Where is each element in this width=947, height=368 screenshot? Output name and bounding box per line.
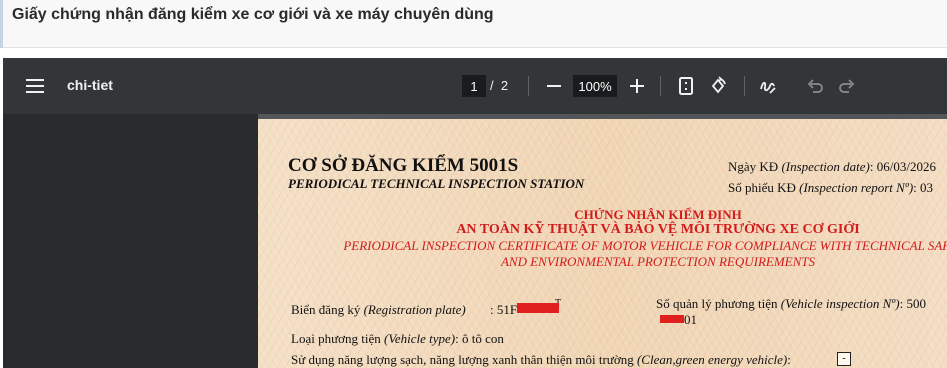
vehicle-inspection-number-suffix: 01 — [684, 312, 697, 327]
spacer — [0, 48, 947, 58]
undo-icon[interactable] — [803, 74, 827, 98]
header-accent — [0, 0, 3, 48]
pdf-viewer: chi-tiet 1 / 2 100% CƠ SỞ ĐĂNG KIỂM 5001… — [3, 58, 947, 368]
zoom-input[interactable]: 100% — [573, 75, 617, 97]
page-title: Giấy chứng nhận đăng kiểm xe cơ giới và … — [12, 6, 494, 23]
registration-plate-label: Biển đăng ký (Registration plate) — [291, 302, 466, 317]
page-count: / 2 — [490, 78, 508, 93]
document-title: chi-tiet — [67, 77, 113, 93]
menu-icon[interactable] — [23, 74, 47, 98]
annotate-icon[interactable] — [756, 74, 780, 98]
vehicle-type: Loại phương tiện (Vehicle type): ô tô co… — [291, 331, 504, 346]
vehicle-inspection-number: Số quản lý phương tiện (Vehicle inspecti… — [656, 296, 926, 311]
toolbar-divider — [528, 76, 529, 96]
toolbar-divider — [660, 76, 661, 96]
clean-energy-line: Sử dụng năng lượng sạch, năng lượng xanh… — [291, 352, 791, 367]
page-separator: / — [490, 78, 494, 93]
page-header: Giấy chứng nhận đăng kiểm xe cơ giới và … — [0, 0, 947, 48]
zoom-in-icon[interactable] — [625, 74, 649, 98]
redaction-mark — [660, 315, 684, 323]
certificate-page: CƠ SỞ ĐĂNG KIỂM 5001S PERIODICAL TECHNIC… — [258, 119, 947, 368]
station-name: CƠ SỞ ĐĂNG KIỂM 5001S — [288, 155, 519, 176]
thumbnail-sidebar — [3, 114, 258, 368]
toolbar-divider — [744, 76, 745, 96]
clean-energy-checkbox: - — [837, 352, 851, 366]
redaction-mark — [517, 303, 559, 313]
station-name-en: PERIODICAL TECHNICAL INSPECTION STATION — [288, 176, 585, 191]
pdf-toolbar: chi-tiet 1 / 2 100% — [3, 58, 947, 114]
fit-page-icon[interactable] — [674, 74, 698, 98]
inspection-date: Ngày KĐ (Inspection date): 06/03/2026 — [728, 159, 936, 174]
redo-icon[interactable] — [835, 74, 859, 98]
certificate-subtitle: AN TOÀN KỸ THUẬT VÀ BẢO VỆ MÔI TRƯỜNG XE… — [456, 222, 860, 237]
zoom-out-icon[interactable] — [542, 74, 566, 98]
total-pages: 2 — [500, 78, 509, 93]
certificate-title: CHỨNG NHẬN KIỂM ĐỊNH — [574, 207, 742, 222]
inspection-report-number: Số phiếu KĐ (Inspection report Nº): 03 — [728, 180, 934, 195]
certificate-title-en: PERIODICAL INSPECTION CERTIFICATE OF MOT… — [343, 238, 947, 253]
rotate-icon[interactable] — [706, 74, 730, 98]
page-number-input[interactable]: 1 — [462, 75, 486, 97]
certificate-title-en-2: AND ENVIRONMENTAL PROTECTION REQUIREMENT… — [500, 254, 816, 269]
